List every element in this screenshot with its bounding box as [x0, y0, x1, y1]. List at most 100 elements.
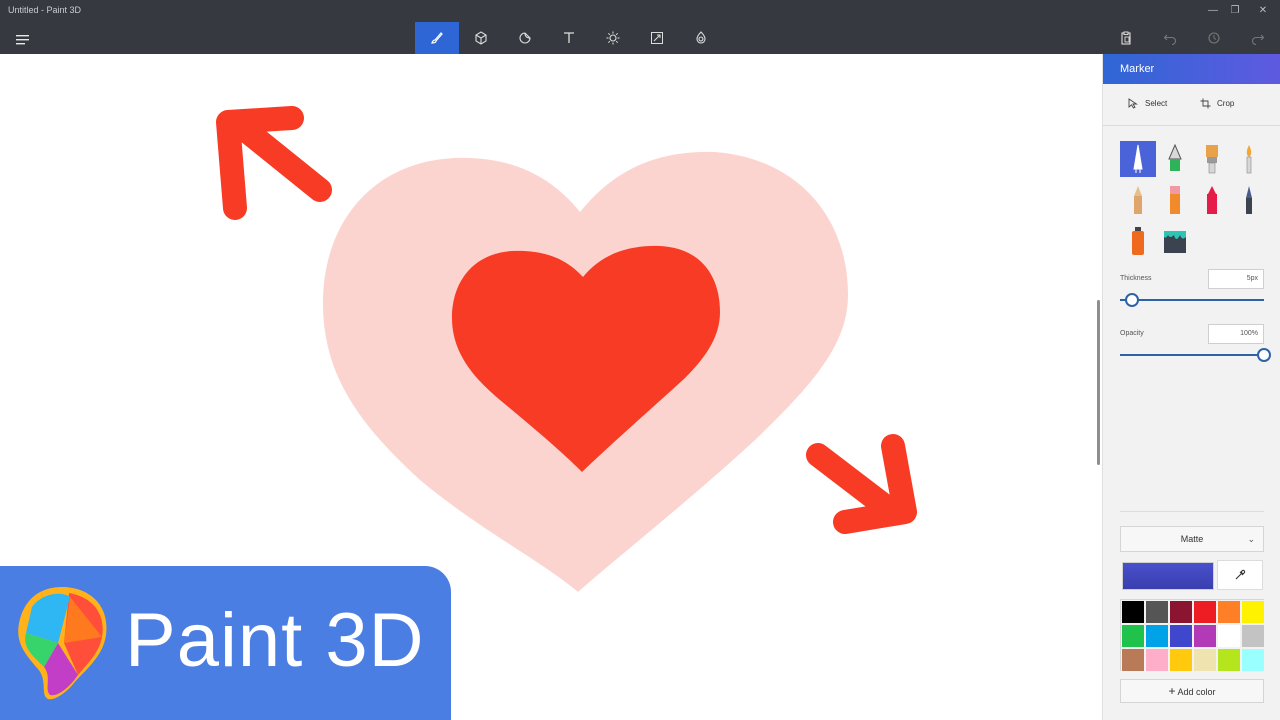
thickness-slider-track[interactable]	[1120, 299, 1264, 301]
sticker-icon	[519, 32, 531, 44]
brush-watercolor[interactable]	[1231, 141, 1267, 177]
opacity-slider-track[interactable]	[1120, 354, 1264, 356]
thickness-slider-thumb[interactable]	[1124, 293, 1139, 307]
color-swatch[interactable]	[1121, 648, 1145, 672]
chevron-down-icon: ⌄	[1247, 534, 1255, 544]
sun-icon	[606, 31, 620, 45]
cube-icon	[475, 31, 487, 45]
color-swatch[interactable]	[1121, 624, 1145, 648]
brush-pencil[interactable]	[1120, 182, 1156, 218]
panel-title: Marker	[1103, 54, 1280, 84]
select-crop-row: Select Crop	[1103, 84, 1280, 126]
marker-icon	[1133, 144, 1143, 173]
main-toolbar	[0, 22, 1280, 54]
library-icon	[696, 31, 706, 44]
close-button[interactable]: ✕	[1250, 2, 1276, 20]
cursor-icon	[1128, 98, 1138, 109]
color-swatch[interactable]	[1241, 648, 1265, 672]
opacity-slider-thumb[interactable]	[1257, 348, 1271, 362]
color-swatch[interactable]	[1193, 648, 1217, 672]
plus-icon: +	[1168, 684, 1176, 698]
color-swatch[interactable]	[1241, 624, 1265, 648]
tool-stickers[interactable]	[503, 22, 547, 54]
brush-icon	[431, 32, 443, 44]
tool-3d-library[interactable]	[679, 22, 723, 54]
crop-icon	[1200, 98, 1211, 109]
brush-panel: Marker Select Crop Thickness 5px Opacity…	[1102, 54, 1280, 720]
redo-button[interactable]	[1236, 22, 1280, 54]
color-palette	[1120, 599, 1265, 672]
paint3d-wordmark: Paint 3D	[125, 598, 425, 683]
color-swatch[interactable]	[1169, 648, 1193, 672]
brush-crayon[interactable]	[1194, 182, 1230, 218]
color-swatch[interactable]	[1193, 624, 1217, 648]
crayon-icon	[1207, 186, 1217, 214]
color-swatch[interactable]	[1241, 600, 1265, 624]
brush-fill-bucket[interactable]	[1157, 223, 1193, 259]
brush-spray-can[interactable]	[1120, 223, 1156, 259]
add-color-label: Add color	[1177, 687, 1216, 697]
tool-text[interactable]	[547, 22, 591, 54]
pencil-icon	[1134, 186, 1142, 214]
history-button[interactable]	[1192, 22, 1236, 54]
eraser-icon	[1170, 186, 1180, 214]
watercolor-icon	[1246, 145, 1252, 174]
redo-icon	[1251, 34, 1265, 45]
color-swatch[interactable]	[1169, 624, 1193, 648]
color-swatch[interactable]	[1145, 648, 1169, 672]
oil-brush-icon	[1206, 145, 1218, 174]
color-swatch[interactable]	[1217, 648, 1241, 672]
color-swatch[interactable]	[1193, 600, 1217, 624]
brush-eraser[interactable]	[1157, 182, 1193, 218]
color-swatch[interactable]	[1169, 600, 1193, 624]
thickness-label: Thickness	[1120, 275, 1152, 282]
select-label: Select	[1145, 99, 1168, 108]
tool-brushes[interactable]	[415, 22, 459, 54]
paint3d-logo-icon	[18, 587, 107, 700]
tool-3d-shapes[interactable]	[459, 22, 503, 54]
brush-calligraphy-pen[interactable]	[1157, 141, 1193, 177]
brush-oil-brush[interactable]	[1194, 141, 1230, 177]
panel-divider	[1120, 511, 1264, 512]
canvas-scrollbar[interactable]	[1097, 300, 1100, 465]
tool-effects[interactable]	[591, 22, 635, 54]
undo-button[interactable]	[1148, 22, 1192, 54]
paint3d-banner: Paint 3D	[0, 566, 451, 720]
color-swatch[interactable]	[1217, 600, 1241, 624]
brush-pixel-pen[interactable]	[1231, 182, 1267, 218]
current-color-swatch[interactable]	[1122, 562, 1214, 590]
arrow-lower-right	[806, 434, 917, 534]
text-icon	[564, 32, 574, 43]
resize-icon	[651, 32, 663, 44]
fill-bucket-icon	[1164, 231, 1186, 253]
eyedropper-icon	[1235, 569, 1246, 580]
paste-icon	[1121, 31, 1131, 45]
window-title: Untitled - Paint 3D	[8, 5, 82, 15]
spray-can-icon	[1132, 227, 1144, 255]
pixel-pen-icon	[1246, 186, 1252, 214]
opacity-label: Opacity	[1120, 330, 1144, 337]
crop-button[interactable]: Crop	[1200, 98, 1234, 109]
add-color-button[interactable]: + Add color	[1120, 679, 1264, 703]
color-swatch[interactable]	[1145, 624, 1169, 648]
tool-canvas[interactable]	[635, 22, 679, 54]
color-swatch[interactable]	[1121, 600, 1145, 624]
calligraphy-pen-icon	[1168, 143, 1182, 171]
opacity-input[interactable]: 100%	[1208, 324, 1264, 344]
history-icon	[1208, 32, 1220, 44]
title-bar: Untitled - Paint 3D — ❐ ✕	[0, 0, 1280, 22]
color-swatch[interactable]	[1217, 624, 1241, 648]
eyedropper-button[interactable]	[1217, 560, 1263, 590]
finish-dropdown[interactable]: Matte ⌄	[1120, 526, 1264, 552]
thickness-input[interactable]: 5px	[1208, 269, 1264, 289]
undo-icon	[1163, 34, 1177, 45]
arrow-upper-left	[216, 106, 332, 220]
menu-icon[interactable]	[10, 30, 36, 48]
finish-value: Matte	[1180, 534, 1204, 544]
brush-marker[interactable]	[1120, 141, 1156, 177]
crop-label: Crop	[1217, 99, 1235, 108]
restore-button[interactable]: ❐	[1222, 2, 1248, 20]
color-swatch[interactable]	[1145, 600, 1169, 624]
paste-button[interactable]	[1104, 22, 1148, 54]
select-button[interactable]: Select	[1128, 98, 1167, 109]
